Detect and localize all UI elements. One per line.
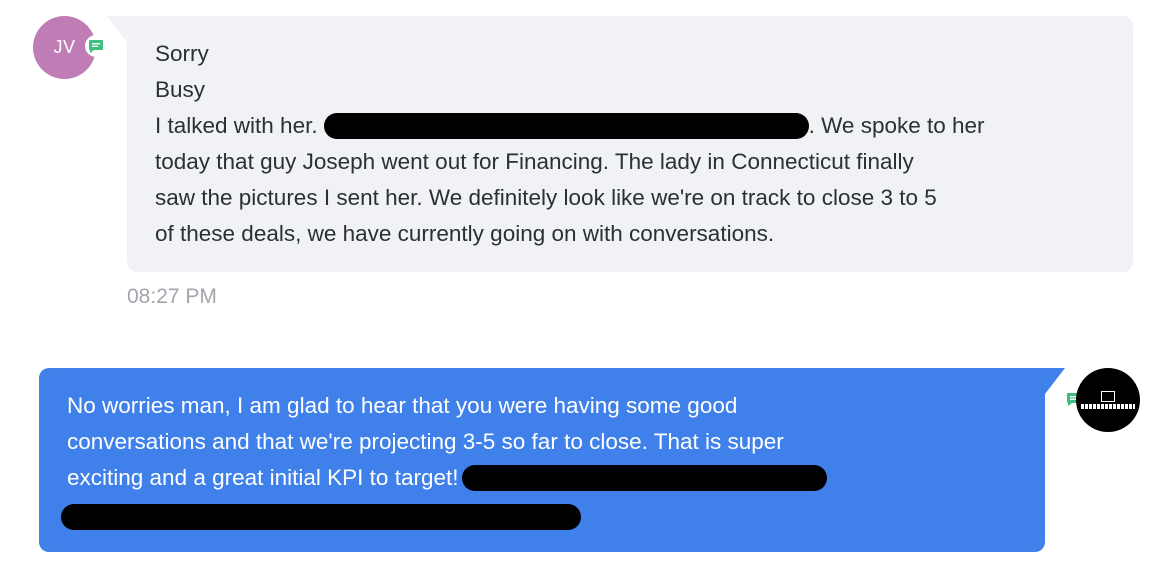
message-line: Sorry [155, 41, 209, 66]
message-line: I talked with her. . We spoke to her [155, 108, 1085, 144]
redaction-mark [323, 113, 809, 139]
message-line: exciting and a great initial KPI to targ… [67, 460, 1017, 496]
user-avatar[interactable] [1076, 368, 1140, 432]
message-line: conversations and that we're projecting … [67, 429, 784, 454]
message-fragment: I talked with her. [155, 113, 318, 138]
message-fragment: . We spoke to her [808, 113, 985, 138]
chat-bubble-icon [85, 35, 107, 57]
message-line: No worries man, I am glad to hear that y… [67, 393, 738, 418]
outgoing-message-text: No worries man, I am glad to hear that y… [61, 388, 1017, 535]
brand-logo-text [1081, 404, 1135, 409]
outgoing-message-bubble[interactable]: No worries man, I am glad to hear that y… [39, 368, 1065, 552]
message-line: saw the pictures I sent her. We definite… [155, 185, 937, 210]
incoming-message-bubble[interactable]: Sorry Busy I talked with her. . We spoke … [107, 16, 1133, 272]
redaction-mark [462, 465, 828, 491]
message-fragment: exciting and a great initial KPI to targ… [67, 465, 459, 490]
message-timestamp: 08:27 PM [127, 285, 217, 308]
message-line: today that guy Joseph went out for Finan… [155, 149, 914, 174]
message-line: of these deals, we have currently going … [155, 221, 775, 246]
message-line: Busy [155, 77, 206, 102]
redaction-mark [61, 504, 581, 530]
brand-logo-icon [1101, 391, 1115, 402]
avatar-initials: JV [53, 37, 76, 57]
incoming-message-text: Sorry Busy I talked with her. . We spoke … [155, 36, 1085, 252]
message-line [61, 496, 1017, 535]
